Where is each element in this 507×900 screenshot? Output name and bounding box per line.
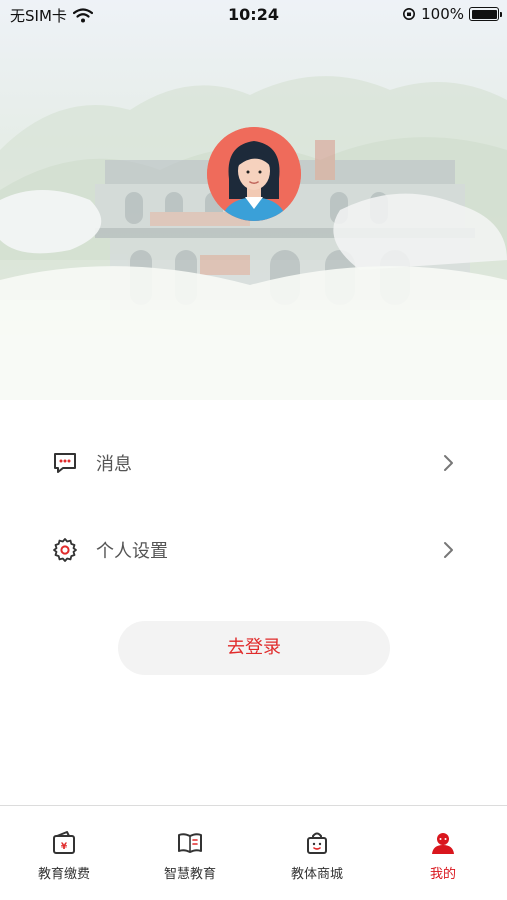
tab-label: 教育缴费 bbox=[37, 867, 90, 882]
menu-item-messages[interactable]: 消息 bbox=[0, 433, 507, 493]
message-icon bbox=[54, 453, 76, 473]
battery-icon bbox=[469, 7, 502, 21]
status-bar: 无SIM卡 10:24 100% bbox=[0, 0, 507, 30]
shopping-bag-icon bbox=[307, 832, 327, 854]
tab-label: 智慧教育 bbox=[163, 867, 216, 882]
chevron-right-icon bbox=[444, 542, 453, 558]
payment-wallet-icon: ¥ bbox=[53, 831, 75, 854]
gear-icon bbox=[53, 538, 77, 562]
tab-label: 教体商城 bbox=[290, 867, 343, 882]
login-button[interactable]: 去登录 bbox=[118, 621, 390, 675]
user-icon bbox=[432, 833, 454, 854]
avatar[interactable] bbox=[207, 127, 301, 221]
tab-mall[interactable]: 教体商城 bbox=[254, 806, 380, 900]
status-right: 100% bbox=[402, 5, 502, 23]
chevron-right-icon bbox=[444, 455, 453, 471]
tab-smart-education[interactable]: 智慧教育 bbox=[127, 806, 253, 900]
tab-bar: ¥ 教育缴费 智慧教育 教体商城 我的 bbox=[0, 805, 507, 900]
svg-text:¥: ¥ bbox=[61, 842, 68, 852]
tab-label: 我的 bbox=[429, 867, 456, 882]
tab-education-payment[interactable]: ¥ 教育缴费 bbox=[1, 806, 127, 900]
battery-percent: 100% bbox=[421, 5, 464, 23]
menu-item-settings[interactable]: 个人设置 bbox=[0, 520, 507, 580]
tab-mine[interactable]: 我的 bbox=[380, 806, 506, 900]
menu-item-label: 个人设置 bbox=[96, 541, 168, 562]
orientation-lock-icon bbox=[403, 8, 416, 20]
book-icon bbox=[178, 833, 202, 853]
menu-item-label: 消息 bbox=[96, 454, 132, 475]
